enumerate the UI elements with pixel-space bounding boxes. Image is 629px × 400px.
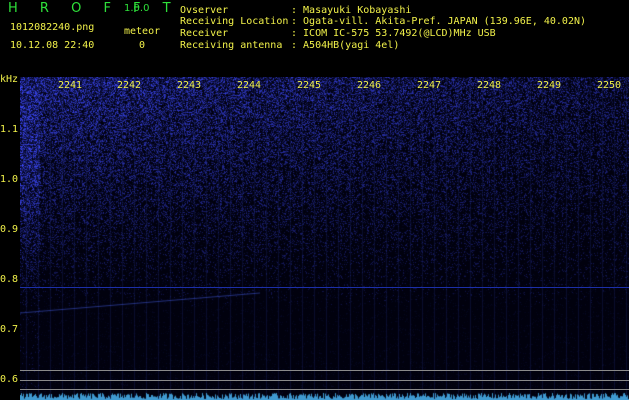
antenna-value: : A504HB(yagi 4el) [291,40,400,51]
y-tick-0.6: 0.6 [0,374,19,385]
x-tick-2249: 2249 [537,80,562,91]
receiver-label: Receiver [180,28,229,39]
location-label: Receiving Location [180,16,289,27]
spectrogram-canvas [20,77,629,400]
app-version: 1.0.0 [124,3,150,14]
y-tick-0.7: 0.7 [0,324,19,335]
signal-line [20,287,629,288]
x-tick-2248: 2248 [477,80,502,91]
header-panel: H R O F F T 1.0.0 1012082240.png 10.12.0… [0,0,629,75]
ref-line-2 [20,380,629,381]
x-tick-2245: 2245 [297,80,322,91]
spectrogram [20,77,629,400]
x-tick-2243: 2243 [177,80,202,91]
y-axis-unit: kHz [0,74,19,85]
receiver-value: : ICOM IC-575 53.7492(@LCD)MHz USB [291,28,496,39]
ref-line-3 [20,389,629,390]
x-tick-2246: 2246 [357,80,382,91]
filename-label: 1012082240.png [10,22,95,33]
observer-value: : Masayuki Kobayashi [291,5,412,16]
x-tick-2247: 2247 [417,80,442,91]
meteor-label: meteor [124,26,161,37]
datetime-label: 10.12.08 22:40 [10,40,95,51]
y-tick-1.0: 1.0 [0,174,19,185]
x-tick-2242: 2242 [117,80,142,91]
x-tick-2241: 2241 [58,80,83,91]
y-tick-0.8: 0.8 [0,274,19,285]
meteor-count: 0 [139,40,146,51]
x-tick-2244: 2244 [237,80,262,91]
ref-line-1 [20,370,629,371]
antenna-label: Receiving antenna [180,40,283,51]
app-logo: H R O F F T [8,1,180,16]
y-tick-1.1: 1.1 [0,124,19,135]
observer-label: Ovserver [180,5,229,16]
x-tick-2250: 2250 [597,80,622,91]
y-tick-0.9: 0.9 [0,224,19,235]
location-value: : Ogata-vill. Akita-Pref. JAPAN (139.96E… [291,16,587,27]
